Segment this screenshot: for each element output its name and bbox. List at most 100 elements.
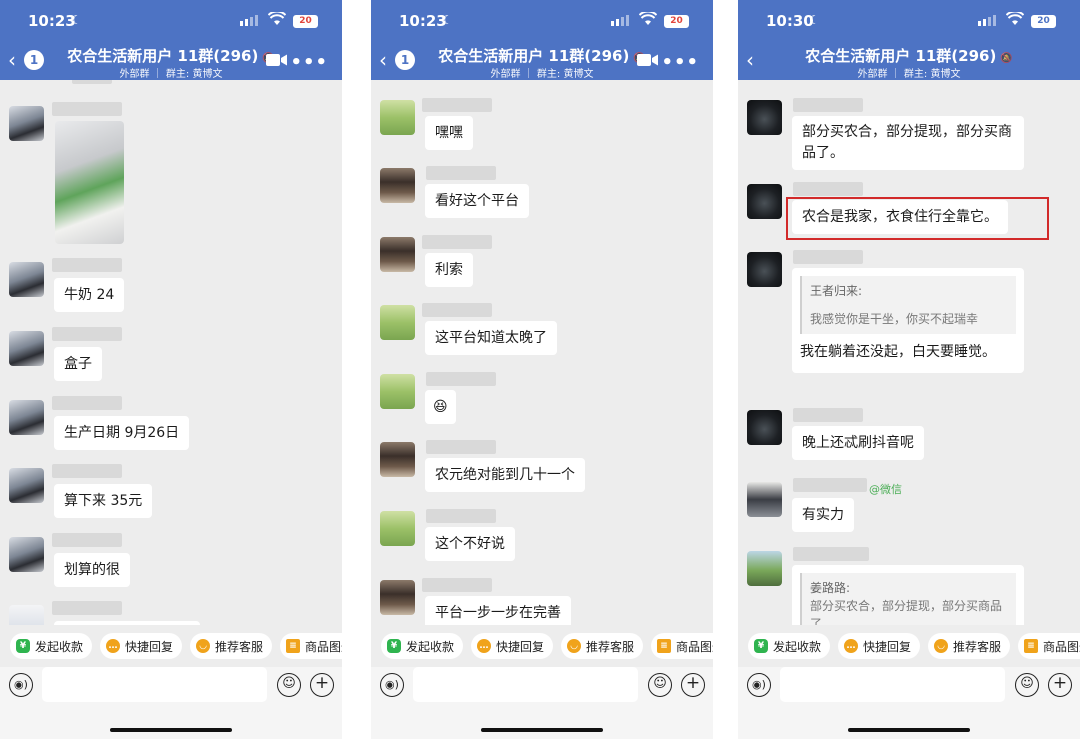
message-bubble[interactable]: 部分买农合，部分提现，部分买商品了。 — [792, 116, 1024, 170]
chat-header: 10:23 ☾ 20 ‹ 1 农合生活新用户 11群(296)🔕 外部群 ｜ 群… — [0, 0, 342, 80]
quick-action-collect[interactable]: ¥ 发起收款 — [10, 633, 93, 659]
message-bubble[interactable]: 利索 — [425, 253, 473, 287]
avatar[interactable] — [380, 442, 415, 477]
service-icon: ◡ — [934, 639, 949, 653]
emoji-button[interactable]: ☺ — [1015, 673, 1039, 697]
avatar[interactable] — [747, 551, 782, 586]
quoted-message[interactable]: 姜路路: 部分买农合，部分提现，部分买商品了。 — [800, 573, 1016, 625]
avatar[interactable] — [380, 168, 415, 203]
quick-action-collect[interactable]: ¥ 发起收款 — [381, 633, 464, 659]
message-input[interactable] — [780, 667, 1005, 702]
message-input[interactable] — [413, 667, 638, 702]
message-bubble[interactable]: 王者归来: 我感觉你是干坐，你买不起瑞幸 我在躺着还没起，白天要睡觉。 — [792, 268, 1024, 373]
message-bubble[interactable]: 这个不好说 — [425, 527, 515, 561]
message-bubble[interactable]: 这平台知道太晚了 — [425, 321, 557, 355]
status-time: 10:23 — [399, 12, 447, 30]
quick-action-reply[interactable]: … 快捷回复 — [838, 633, 921, 659]
chat-screen-1: 10:23 ☾ 20 ‹ 1 农合生活新用户 11群(296)🔕 外部群 ｜ 群… — [0, 0, 342, 739]
sender-name — [426, 509, 496, 523]
home-indicator[interactable] — [848, 728, 970, 732]
quick-action-reply[interactable]: … 快捷回复 — [100, 633, 183, 659]
video-call-icon[interactable] — [266, 53, 288, 67]
avatar[interactable] — [9, 468, 44, 503]
emoji-button[interactable]: ☺ — [648, 673, 672, 697]
yuan-icon: ¥ — [754, 639, 768, 653]
avatar[interactable] — [747, 252, 782, 287]
highlight-box — [786, 197, 1049, 240]
plus-button[interactable]: + — [310, 673, 334, 697]
sender-name — [426, 440, 496, 454]
sender-name — [426, 372, 496, 386]
yuan-icon: ¥ — [16, 639, 30, 653]
message-bubble[interactable]: 生产日期 9月26日 — [54, 416, 190, 450]
input-bar: ◉) ☺ + — [371, 667, 713, 739]
image-message[interactable] — [55, 121, 124, 244]
avatar[interactable] — [9, 605, 44, 625]
message-bubble[interactable]: 农元绝对能到几十一个 — [425, 458, 585, 492]
yuan-icon: ¥ — [387, 639, 401, 653]
avatar[interactable] — [9, 331, 44, 366]
more-icon[interactable]: ••• — [661, 52, 699, 73]
avatar[interactable] — [380, 511, 415, 546]
message-bubble[interactable]: 划算的很 — [54, 553, 130, 587]
more-icon[interactable]: ••• — [290, 52, 328, 73]
sender-name — [422, 303, 492, 317]
message-bubble[interactable]: 看好这个平台 — [425, 184, 529, 218]
message-bubble[interactable]: 牛奶 24 — [54, 278, 125, 312]
sender-name — [52, 533, 122, 547]
message-bubble[interactable]: 嘿嘿 — [425, 116, 473, 150]
home-indicator[interactable] — [481, 728, 603, 732]
wifi-icon — [268, 12, 286, 25]
quoted-message[interactable]: 王者归来: 我感觉你是干坐，你买不起瑞幸 — [800, 276, 1016, 334]
quick-action-service[interactable]: ◡ 推荐客服 — [190, 633, 273, 659]
avatar[interactable] — [747, 184, 782, 219]
voice-button[interactable]: ◉) — [380, 673, 404, 697]
quick-action-catalog[interactable]: ≡商品图册 — [651, 633, 713, 659]
avatar[interactable] — [9, 400, 44, 435]
avatar[interactable] — [380, 580, 415, 615]
reply-icon: … — [106, 639, 121, 653]
message-bubble[interactable]: 😆 — [425, 390, 456, 424]
avatar[interactable] — [747, 482, 782, 517]
wifi-icon — [639, 12, 657, 25]
quick-action-service[interactable]: ◡ 推荐客服 — [561, 633, 644, 659]
avatar[interactable] — [380, 237, 415, 272]
message-list: 嘿嘿 看好这个平台 利索 这平台知道太晚了 😆 农元绝对能到几十一个 这个不好说… — [371, 80, 713, 625]
avatar[interactable] — [380, 100, 415, 135]
quick-action-service[interactable]: ◡ 推荐客服 — [928, 633, 1011, 659]
sender-name — [52, 464, 122, 478]
quick-action-bar: ¥发起收款 …快捷回复 ◡推荐客服 ≡商品图册 — [0, 625, 342, 667]
avatar[interactable] — [380, 374, 415, 409]
avatar[interactable] — [747, 410, 782, 445]
quick-action-catalog[interactable]: ≡商品图册 — [280, 633, 342, 659]
reply-icon: … — [477, 639, 492, 653]
chat-screen-3: 10:30 ☾ 20 ‹ 农合生活新用户 11群(296) 🔕 外部群 ｜ 群主:… — [738, 0, 1080, 739]
chat-header: 10:23 ☾ 20 ‹ 1 农合生活新用户 11群(296)🔕 外部群 ｜ 群… — [371, 0, 713, 80]
sender-name — [793, 547, 869, 561]
avatar[interactable] — [9, 537, 44, 572]
quick-action-reply[interactable]: … 快捷回复 — [471, 633, 554, 659]
input-bar: ◉) ☺ + — [738, 667, 1080, 739]
message-bubble[interactable]: 算下来 35元 — [54, 484, 153, 518]
plus-button[interactable]: + — [681, 673, 705, 697]
quick-action-collect[interactable]: ¥ 发起收款 — [748, 633, 831, 659]
message-input[interactable] — [42, 667, 267, 702]
voice-button[interactable]: ◉) — [9, 673, 33, 697]
video-call-icon[interactable] — [637, 53, 659, 67]
voice-button[interactable]: ◉) — [747, 673, 771, 697]
message-bubble[interactable]: 盒子 — [54, 347, 102, 381]
message-bubble[interactable]: 晚上还忒刷抖音呢 — [792, 426, 924, 460]
quick-action-catalog[interactable]: ≡商品图册 — [1018, 633, 1080, 659]
avatar[interactable] — [380, 305, 415, 340]
message-bubble[interactable]: 姜路路: 部分买农合，部分提现，部分买商品了。 — [792, 565, 1024, 625]
wechat-tag: @微信 — [869, 483, 902, 496]
message-bubble[interactable]: 平台一步一步在完善 — [425, 596, 571, 625]
home-indicator[interactable] — [110, 728, 232, 732]
emoji-button[interactable]: ☺ — [277, 673, 301, 697]
message-bubble[interactable]: 有实力 — [792, 498, 854, 532]
quick-action-bar: ¥发起收款 …快捷回复 ◡推荐客服 ≡商品图册 — [738, 625, 1080, 667]
avatar[interactable] — [9, 106, 44, 141]
avatar[interactable] — [747, 100, 782, 135]
plus-button[interactable]: + — [1048, 673, 1072, 697]
avatar[interactable] — [9, 262, 44, 297]
